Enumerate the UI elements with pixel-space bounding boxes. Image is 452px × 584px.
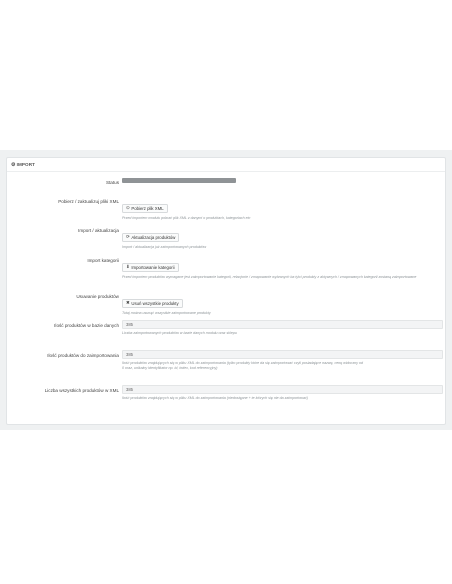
refresh-icon: ⟳ — [126, 234, 130, 239]
update-field: ⟳ Aktualizacja produktów Import / aktual… — [122, 225, 440, 250]
status-progress-bar — [122, 178, 236, 183]
categories-field: ⬇ Importowanie kategorii Przed importem … — [122, 255, 440, 280]
circle-download-icon: ⊙ — [126, 205, 130, 210]
download-xml-button-label: Pobierz plik XML — [131, 205, 164, 211]
import-categories-button-label: Importowanie kategorii — [131, 264, 175, 270]
categories-label: Import kategorii — [87, 258, 119, 263]
delete-field: ✖ Usuń wszystkie produkty Tutaj można us… — [122, 291, 440, 316]
xml-count-input[interactable]: 385 — [122, 385, 443, 394]
update-products-button-label: Aktualizacja produktów — [131, 234, 176, 240]
download-field: ⊙ Pobierz plik XML Przed importem modułu… — [122, 196, 440, 221]
categories-help: Przed importem produktów wymagane jest z… — [122, 275, 417, 279]
delete-help: Tutaj można usunąć wszystkie zaimportowa… — [122, 311, 211, 315]
import-categories-button[interactable]: ⬇ Importowanie kategorii — [122, 262, 179, 272]
download-label: Pobierz / zaktualizuj pliki XML — [58, 198, 119, 204]
xml-count-value: 385 — [126, 387, 133, 392]
to-import-field: 385 Ilość produktów znajdujących się w p… — [122, 350, 443, 371]
panel-title: IMPORT — [16, 162, 36, 167]
db-count-label: Ilość produktów w bazie danych — [54, 322, 119, 328]
cogs-icon: ⚙ — [11, 161, 16, 168]
download-help: Przed importem modułu pobrać plik XML z … — [122, 216, 251, 220]
to-import-help-line2: 0 oraz, unikalny identyfikator np. id, i… — [122, 366, 218, 370]
import-panel: ⚙ IMPORT Status Pobierz / zaktualizuj pl… — [6, 157, 446, 425]
xml-count-field: 385 Ilość produktów znajdujących się w p… — [122, 385, 443, 401]
close-icon: ✖ — [126, 300, 130, 305]
to-import-input[interactable]: 385 — [122, 350, 443, 359]
db-count-input[interactable]: 385 — [122, 320, 443, 329]
to-import-label: Ilość produktów do zaimportowania — [47, 352, 119, 358]
db-count-field: 385 Liczba zaimportowanych produktów w b… — [122, 320, 443, 336]
status-field — [122, 178, 236, 183]
db-count-value: 385 — [126, 322, 133, 327]
status-label: Status — [105, 180, 119, 185]
delete-all-products-button-label: Usuń wszystkie produkty — [131, 300, 179, 306]
xml-count-help: Ilość produktów znajdujących się w pliku… — [122, 396, 309, 400]
update-products-button[interactable]: ⟳ Aktualizacja produktów — [122, 232, 180, 242]
xml-count-label: Liczba wszystkich produktów w XML — [44, 387, 119, 393]
db-count-help: Liczba zaimportowanych produktów w bazie… — [122, 331, 237, 335]
arrow-down-icon: ⬇ — [126, 264, 130, 269]
delete-label: Usuwanie produktów — [76, 294, 119, 299]
download-xml-button[interactable]: ⊙ Pobierz plik XML — [122, 203, 168, 213]
delete-all-products-button[interactable]: ✖ Usuń wszystkie produkty — [122, 298, 183, 308]
to-import-value: 385 — [126, 352, 133, 357]
update-help: Import / aktualizacja już zaimportowanyc… — [122, 245, 207, 249]
panel-heading: ⚙ IMPORT — [7, 158, 445, 172]
update-label: Import / aktualizacja — [78, 228, 119, 233]
